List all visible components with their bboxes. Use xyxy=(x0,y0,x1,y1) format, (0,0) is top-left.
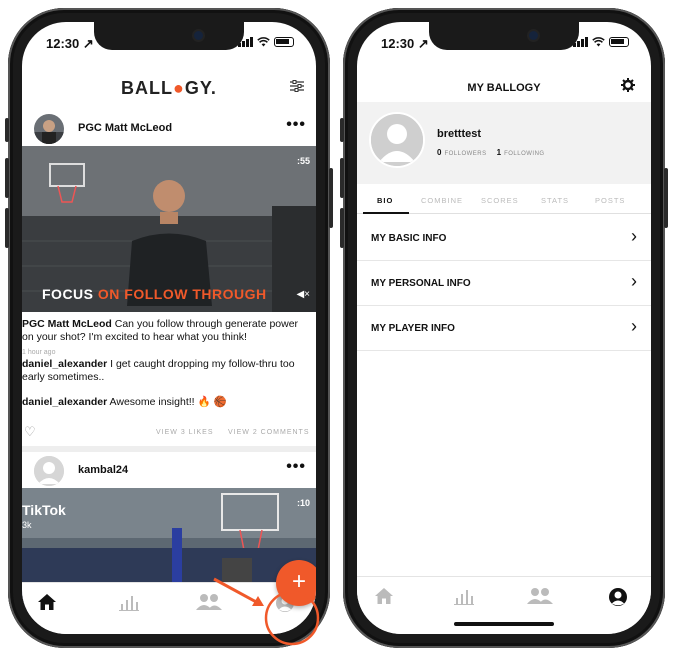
tab-stats[interactable]: STATS xyxy=(541,196,569,205)
post-header: kambal24 ••• xyxy=(22,452,316,488)
post-username[interactable]: PGC Matt McLeod xyxy=(78,122,172,134)
following-label[interactable]: FOLLOWING xyxy=(504,151,545,157)
notch xyxy=(429,22,579,50)
mute-icon[interactable]: ◀× xyxy=(296,289,310,300)
view-comments-link[interactable]: VIEW 2 COMMENTS xyxy=(228,429,310,436)
post-video[interactable]: :55 FOCUS ON FOLLOW THROUGH ◀× xyxy=(22,146,316,312)
video-overlay-subtitle: 3k xyxy=(22,520,32,530)
profile-tabs: BIO COMBINE SCORES STATS POSTS xyxy=(357,190,651,214)
filter-icon[interactable] xyxy=(290,80,304,92)
menu-item-basic-info[interactable]: MY BASIC INFO › xyxy=(357,216,651,261)
video-duration: :10 xyxy=(296,498,310,508)
wifi-icon xyxy=(592,37,605,47)
chevron-right-icon: › xyxy=(631,271,637,291)
bottom-tab-bar xyxy=(22,582,316,634)
tiktok-watermark: TikTok xyxy=(22,502,66,518)
active-tab-indicator xyxy=(363,212,409,214)
tab-posts[interactable]: POSTS xyxy=(595,196,625,205)
post-caption: PGC Matt McLeod Can you follow through g… xyxy=(22,318,299,343)
more-options-icon[interactable]: ••• xyxy=(286,116,306,134)
post-username[interactable]: kambal24 xyxy=(78,464,128,476)
ballogy-logo: BALL●GY. xyxy=(121,78,217,98)
status-time: 12:30 ↗ xyxy=(46,36,94,51)
more-options-icon[interactable]: ••• xyxy=(286,458,306,476)
create-post-button[interactable]: + xyxy=(276,560,316,606)
chevron-right-icon: › xyxy=(631,316,637,336)
follow-stats: 0 FOLLOWERS 1 FOLLOWING xyxy=(437,148,555,157)
home-icon xyxy=(38,594,56,610)
tab-bio[interactable]: BIO xyxy=(377,196,393,205)
video-overlay-title: FOCUS ON FOLLOW THROUGH xyxy=(42,286,267,302)
battery-icon xyxy=(609,37,629,47)
tab-combine[interactable]: COMBINE xyxy=(421,196,463,205)
heart-icon[interactable]: ♡ xyxy=(24,424,36,440)
tab-profile[interactable] xyxy=(603,587,633,613)
tab-stats[interactable] xyxy=(114,593,144,619)
wifi-icon xyxy=(257,37,270,47)
tab-home[interactable] xyxy=(32,593,62,619)
comment: daniel_alexander I get caught dropping m… xyxy=(22,358,295,383)
tab-scores[interactable]: SCORES xyxy=(481,196,519,205)
following-count[interactable]: 1 xyxy=(497,148,501,157)
phone-frame-right: 12:30 ↗ MY BALLOGY bretttest 0 FOLLOWERS 1… xyxy=(340,8,668,648)
tab-home[interactable] xyxy=(369,587,399,613)
gear-icon[interactable] xyxy=(621,78,635,92)
screen-profile: 12:30 ↗ MY BALLOGY bretttest 0 FOLLOWERS 1… xyxy=(357,22,651,634)
feed-header: BALL●GY. xyxy=(22,56,316,110)
tab-stats[interactable] xyxy=(449,587,479,613)
menu-item-player-info[interactable]: MY PLAYER INFO › xyxy=(357,306,651,351)
status-time: 12:30 ↗ xyxy=(381,36,429,51)
screen-feed: 12:30 ↗ BALL●GY. PGC Matt McLeod •••:55… xyxy=(22,22,316,634)
profile-username: bretttest xyxy=(437,128,482,140)
home-indicator xyxy=(454,622,554,626)
people-icon xyxy=(196,594,222,610)
people-icon xyxy=(527,588,553,604)
page-title: MY BALLOGY xyxy=(467,82,541,94)
profile-icon xyxy=(609,588,627,606)
view-likes-link[interactable]: VIEW 3 LIKES xyxy=(156,429,214,436)
avatar[interactable] xyxy=(369,112,425,168)
phone-frame-left: 12:30 ↗ BALL●GY. PGC Matt McLeod •••:55… xyxy=(5,8,333,648)
avatar[interactable] xyxy=(34,456,64,486)
tab-friends[interactable] xyxy=(525,587,555,613)
post-actions: ♡ VIEW 3 LIKES VIEW 2 COMMENTS xyxy=(22,424,316,442)
chevron-right-icon: › xyxy=(631,226,637,246)
post-header: PGC Matt McLeod ••• xyxy=(22,110,316,146)
menu-item-personal-info[interactable]: MY PERSONAL INFO › xyxy=(357,261,651,306)
battery-icon xyxy=(274,37,294,47)
followers-label[interactable]: FOLLOWERS xyxy=(444,151,486,157)
bar-chart-icon xyxy=(454,590,474,605)
profile-header: bretttest 0 FOLLOWERS 1 FOLLOWING xyxy=(357,102,651,184)
comment: daniel_alexander Awesome insight!! 🔥 🏀 xyxy=(22,396,227,408)
avatar[interactable] xyxy=(34,114,64,144)
followers-count[interactable]: 0 xyxy=(437,148,441,157)
tab-friends[interactable] xyxy=(194,593,224,619)
home-icon xyxy=(375,588,393,604)
bar-chart-icon xyxy=(119,596,139,611)
notch xyxy=(94,22,244,50)
video-duration: :55 xyxy=(296,156,310,166)
